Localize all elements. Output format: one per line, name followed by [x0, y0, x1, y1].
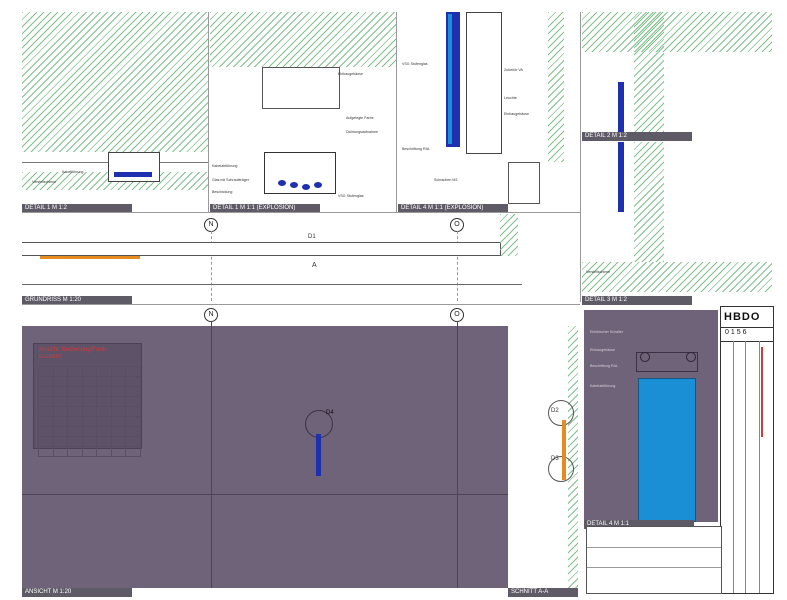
plan-wall-hatch	[500, 214, 518, 256]
note: VSG Stufenglas	[338, 194, 364, 198]
note: Einbaugehäuse	[338, 72, 363, 76]
wall-hatch	[210, 12, 396, 67]
d3-marker: D3	[551, 456, 559, 462]
detail-3-area: Verstellschiene	[582, 142, 772, 292]
note: Verstellschiene	[32, 180, 57, 184]
legend-title: Ansicht: Bedienung/Funk.	[39, 347, 108, 353]
floor-hatch	[582, 262, 772, 292]
ansicht-label: ANSICHT M 1:20	[22, 588, 132, 597]
recess	[262, 67, 340, 109]
legend-panel: Ansicht: Bedienung/Funk. ELEMENT	[33, 343, 142, 457]
note: Elektrischer Schalter	[590, 330, 623, 334]
title-divider	[721, 327, 773, 328]
dimension-line	[22, 494, 508, 495]
note: Zubehör VA	[504, 68, 523, 72]
note: Kabelführung	[62, 170, 84, 174]
led-strip	[114, 172, 152, 177]
axis-n-marker: N	[204, 218, 218, 232]
section-marker: A	[312, 262, 317, 269]
title-column	[733, 341, 734, 593]
title-divider	[721, 341, 773, 342]
column-hatch	[634, 12, 664, 132]
glass-column-inner	[448, 14, 452, 144]
wall-hatch	[582, 12, 772, 52]
legend-subtitle: ELEMENT	[39, 354, 63, 360]
lamp-frame	[264, 152, 336, 194]
led-oval	[278, 180, 286, 186]
note: Beschickung	[212, 190, 233, 194]
detail-4-glass	[638, 378, 696, 522]
column-hatch	[634, 142, 664, 262]
screw-circle	[640, 352, 650, 362]
d1-marker: D1	[308, 234, 316, 240]
notes-divider	[587, 567, 721, 568]
firm-name: HBDO	[724, 311, 761, 323]
lamp-housing	[108, 152, 160, 182]
axis-o-marker: O	[450, 218, 464, 232]
schnitt-label: SCHNITT A-A	[508, 588, 578, 597]
sheet-divider	[580, 12, 581, 302]
axis-line	[457, 321, 458, 588]
wall-hatch	[548, 12, 564, 162]
sheet-number: 0156	[725, 329, 749, 336]
detail-4-explosion-area: VSG Stufenglas Beschriftung RAL Zubehör …	[398, 12, 578, 204]
note: Glas mit Schraubträger	[212, 178, 249, 182]
detail-1-area: Kabelführung Verstellschiene	[22, 12, 208, 202]
red-stamp	[761, 347, 771, 437]
note: Leuchte	[504, 96, 517, 100]
led-oval	[314, 182, 322, 188]
axis-line	[211, 321, 212, 588]
note: Verstellschiene	[586, 270, 611, 274]
dimension-line	[22, 284, 522, 285]
profile	[466, 12, 502, 154]
led-oval	[302, 184, 310, 190]
d4-marker: D4	[326, 410, 334, 416]
d2-marker: D2	[551, 408, 559, 414]
floor-block	[508, 162, 540, 204]
note: Beschriftung RAL	[590, 364, 618, 368]
title-column	[759, 341, 760, 593]
section-wall-hatch	[568, 326, 578, 588]
note: VSG Stufenglas	[402, 62, 428, 66]
note: Aufgelegte Farbe	[346, 116, 374, 120]
sheet-divider	[396, 12, 397, 212]
note: Einbaugehäuse	[590, 348, 615, 352]
led-bar	[618, 142, 624, 212]
sheet-divider	[22, 304, 580, 305]
note: Schrauben M3	[434, 178, 458, 182]
sheet-divider	[22, 212, 580, 213]
title-block: HBDO 0156	[720, 306, 774, 594]
axis-n-marker: N	[204, 308, 218, 322]
note: Kabelabführung	[590, 384, 616, 388]
screw-circle	[686, 352, 696, 362]
detail-3-label: DETAIL 3 M 1:2	[582, 296, 692, 305]
axis-o-marker: O	[450, 308, 464, 322]
note: Einbaugehäuse	[504, 112, 529, 116]
led-oval	[290, 182, 298, 188]
detail-2-area	[582, 12, 772, 132]
section-orange-bar	[562, 420, 566, 480]
plan-orange-strip	[40, 256, 140, 259]
led-bar	[618, 82, 624, 132]
plan-wall	[22, 242, 501, 256]
detail-1-explosion-area: Einbaugehäuse Aufgelegte Farbe Dichtungs…	[210, 12, 396, 202]
notes-divider	[587, 547, 721, 548]
note: Dichtungsaufnahme	[346, 130, 378, 134]
sheet-divider	[208, 12, 209, 212]
title-column	[745, 341, 746, 593]
led-column	[316, 434, 321, 476]
note: Kabelabführung	[212, 164, 238, 168]
notes-block	[586, 526, 722, 594]
detail-2-label: DETAIL 2 M 1:2	[582, 132, 692, 141]
legend-table	[38, 366, 141, 457]
note: Beschriftung RAL	[402, 147, 430, 151]
wall-hatch	[22, 12, 208, 152]
